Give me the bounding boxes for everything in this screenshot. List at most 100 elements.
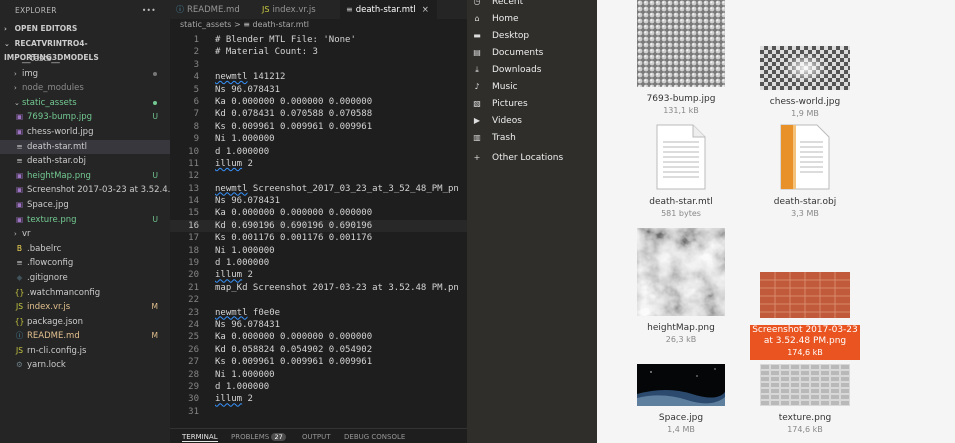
file-icon-item[interactable]: Screenshot 2017-03-23 at 3.52.48 PM.png 1… bbox=[750, 272, 860, 360]
code-line: 3 bbox=[170, 59, 467, 71]
file-size: 1,4 MB bbox=[667, 425, 695, 434]
line-number: 21 bbox=[188, 282, 199, 293]
line-number: 10 bbox=[188, 146, 199, 157]
file-item[interactable]: JS rn-cli.config.js bbox=[0, 344, 170, 359]
line-number: 17 bbox=[188, 233, 199, 244]
tab-terminal[interactable]: TERMINAL bbox=[182, 433, 218, 442]
code-line: 15 Ka 0.000000 0.000000 0.000000 bbox=[170, 207, 467, 219]
place-label: Music bbox=[492, 82, 518, 92]
file-item[interactable]: {} .watchmanconfig bbox=[0, 286, 170, 301]
line-number: 27 bbox=[188, 357, 199, 368]
git-status-badge: M bbox=[151, 331, 158, 341]
file-item[interactable]: ≡ .flowconfig bbox=[0, 256, 170, 271]
file-item[interactable]: B .babelrc bbox=[0, 242, 170, 257]
code-line: 1 # Blender MTL File: 'None' bbox=[170, 34, 467, 46]
file-item[interactable]: {} package.json bbox=[0, 315, 170, 330]
breadcrumb-folder[interactable]: static_assets bbox=[180, 20, 231, 29]
tab-problems[interactable]: PROBLEMS 27 bbox=[231, 433, 286, 441]
editor-area: ⓘ README.md JS index.vr.js ≡ death-star.mtl… bbox=[170, 0, 467, 443]
panel-tab-bar: TERMINAL PROBLEMS 27 OUTPUT DEBUG CONSOL… bbox=[170, 428, 467, 443]
line-number: 30 bbox=[188, 394, 199, 405]
tab-readme[interactable]: ⓘ README.md bbox=[170, 0, 254, 19]
more-actions-icon[interactable]: ••• bbox=[142, 0, 156, 22]
file-item[interactable]: ⚙ yarn.lock bbox=[0, 358, 170, 373]
file-item[interactable]: ▣ chess-world.jpg bbox=[0, 125, 170, 140]
folder-item[interactable]: › img bbox=[0, 67, 170, 82]
js-icon: JS bbox=[16, 302, 23, 312]
place-videos[interactable]: ▶ Videos bbox=[467, 113, 597, 129]
open-editors-section[interactable]: › OPEN EDITORS bbox=[0, 22, 170, 36]
file-item[interactable]: ≡ death-star.obj bbox=[0, 154, 170, 169]
line-number: 12 bbox=[188, 171, 199, 182]
lines-icon: ≡ bbox=[243, 20, 250, 29]
code-editor[interactable]: 1 # Blender MTL File: 'None' 2 # Material C… bbox=[170, 34, 467, 418]
folder-icon: ▬ bbox=[473, 31, 481, 40]
lint-warning-squiggle: illum bbox=[215, 158, 243, 169]
file-item[interactable]: ▣ heightMap.png U bbox=[0, 169, 170, 184]
lint-warning-squiggle: illum bbox=[215, 270, 243, 281]
chevron-right-icon: › bbox=[14, 69, 17, 78]
chevron-right-icon: › bbox=[4, 25, 7, 33]
file-icon-item[interactable]: 7693-bump.jpg 131,1 kB bbox=[626, 0, 736, 116]
file-icon-item[interactable]: texture.png 174,6 kB bbox=[750, 364, 860, 435]
line-number: 26 bbox=[188, 344, 199, 355]
obj-thumbnail-icon bbox=[750, 124, 860, 194]
code-line: 12 bbox=[170, 170, 467, 182]
file-item[interactable]: ▣ Space.jpg bbox=[0, 198, 170, 213]
line-number: 20 bbox=[188, 270, 199, 281]
code-text: Ns 96.078431 bbox=[215, 196, 281, 207]
tab-output[interactable]: OUTPUT bbox=[302, 433, 331, 441]
place-other-locations[interactable]: + Other Locations bbox=[467, 150, 597, 166]
file-item[interactable]: ⓘ README.md M bbox=[0, 329, 170, 344]
file-name: chess-world.jpg bbox=[769, 97, 841, 107]
explorer-sidebar: EXPLORER ••• › OPEN EDITORS ⌄ RECATVRINT… bbox=[0, 0, 170, 443]
folder-item[interactable]: › vr bbox=[0, 227, 170, 242]
code-line: 22 bbox=[170, 294, 467, 306]
place-recent[interactable]: ◷ Recent bbox=[467, 0, 597, 10]
file-icon-item[interactable]: death-star.mtl 581 bytes bbox=[626, 124, 736, 219]
file-item[interactable]: ◆ .gitignore bbox=[0, 271, 170, 286]
image-icon: ▣ bbox=[15, 214, 24, 224]
lines-icon: ≡ bbox=[16, 258, 23, 268]
folder-item[interactable]: › __tests__ bbox=[0, 52, 170, 67]
file-item[interactable]: ▣ texture.png U bbox=[0, 213, 170, 228]
place-trash[interactable]: ▥ Trash bbox=[467, 130, 597, 146]
tab-debug-console[interactable]: DEBUG CONSOLE bbox=[344, 433, 405, 441]
project-section[interactable]: ⌄ RECATVRINTRO4-IMPORTING3DMODELS bbox=[0, 37, 170, 62]
image-icon: ▣ bbox=[15, 112, 24, 122]
tree-item-label: README.md bbox=[27, 331, 80, 342]
git-status-badge: U bbox=[152, 214, 159, 224]
file-icon-item[interactable]: chess-world.jpg 1,9 MB bbox=[750, 46, 860, 119]
place-home[interactable]: ⌂ Home bbox=[467, 11, 597, 27]
line-number: 24 bbox=[188, 319, 199, 330]
code-line: 20 illum 2 bbox=[170, 269, 467, 281]
chess-thumbnail-icon bbox=[750, 46, 860, 94]
file-item[interactable]: ▣ 7693-bump.jpg U bbox=[0, 110, 170, 125]
code-text: newmtl Screenshot_2017_03_23_at_3_52_48_… bbox=[215, 183, 459, 194]
code-text: d 1.000000 bbox=[215, 258, 270, 269]
breadcrumb-file[interactable]: death-star.mtl bbox=[252, 20, 308, 29]
place-pictures[interactable]: ▧ Pictures bbox=[467, 96, 597, 112]
chevron-right-icon: › bbox=[14, 230, 17, 239]
place-downloads[interactable]: ⤓ Downloads bbox=[467, 62, 597, 78]
file-grid: 7693-bump.jpg 131,1 kB chess-world.jpg 1,9 … bbox=[597, 0, 955, 443]
file-size: 581 bytes bbox=[661, 209, 701, 218]
file-icon-item[interactable]: Space.jpg 1,4 MB bbox=[626, 364, 736, 435]
file-item[interactable]: JS index.vr.js M bbox=[0, 300, 170, 315]
file-icon-item[interactable]: heightMap.png 26,3 kB bbox=[626, 228, 736, 345]
height-thumbnail-icon bbox=[626, 228, 736, 320]
file-item[interactable]: ≡ death-star.mtl bbox=[0, 139, 170, 155]
file-item[interactable]: ▣ Screenshot 2017-03-23 at 3.52.4... bbox=[0, 183, 170, 198]
folder-item[interactable]: ⌄ static_assets bbox=[0, 96, 170, 111]
close-icon[interactable]: × bbox=[422, 5, 429, 15]
place-music[interactable]: ♪ Music bbox=[467, 79, 597, 95]
folder-item[interactable]: › node_modules bbox=[0, 81, 170, 96]
tree-item-label: yarn.lock bbox=[27, 360, 66, 371]
place-documents[interactable]: ▤ Documents bbox=[467, 45, 597, 61]
tab-death-star-mtl[interactable]: ≡ death-star.mtl × bbox=[340, 0, 437, 19]
code-line: 8 Ks 0.009961 0.009961 0.009961 bbox=[170, 121, 467, 133]
tab-index-vr-js[interactable]: JS index.vr.js bbox=[256, 0, 346, 19]
code-text: Ns 96.078431 bbox=[215, 84, 281, 95]
file-icon-item[interactable]: death-star.obj 3,3 MB bbox=[750, 124, 860, 219]
place-desktop[interactable]: ▬ Desktop bbox=[467, 28, 597, 44]
